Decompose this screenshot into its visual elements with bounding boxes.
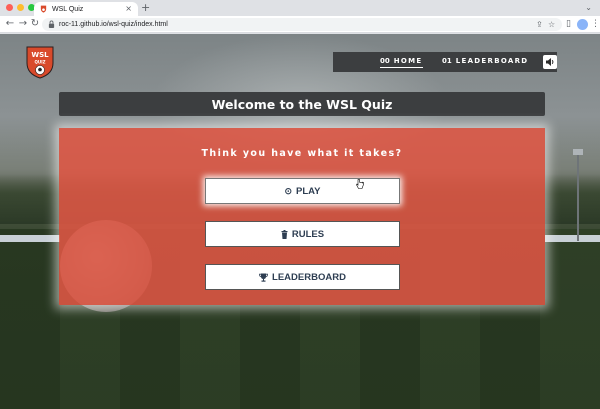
share-icon[interactable]: ⇪ [536,19,543,30]
close-tab-icon[interactable]: × [125,5,132,13]
back-icon[interactable]: ← [4,18,16,30]
nav-item-label: HOME [393,57,423,65]
lock-icon [48,20,55,28]
wsl-favicon-icon [40,5,47,13]
nav-item-home[interactable]: 00 HOME [380,57,423,68]
rules-button-label: RULES [291,228,325,240]
background-floodlight-lamp [573,149,583,155]
nav-item-number: 01 [442,57,452,65]
logo-text-bottom: QUIZ [34,60,45,65]
mouse-pointer-icon [356,179,364,189]
minimize-window-button[interactable] [17,4,24,11]
window-controls [6,4,35,11]
url-text: roc-11.github.io/wsl-quiz/index.html [59,21,168,28]
browser-tab-strip: WSL Quiz × + ⌄ [0,0,600,16]
nav-item-number: 00 [380,57,390,65]
browser-tab[interactable]: WSL Quiz × [34,2,138,16]
forward-icon[interactable]: → [17,18,29,30]
quiz-menu-panel: Think you have what it takes? ⊙ PLAY RUL… [59,128,545,305]
trophy-icon [259,273,268,282]
page-title: Welcome to the WSL Quiz [211,96,393,112]
sound-toggle-button[interactable] [543,55,557,69]
leaderboard-button-label: LEADERBOARD [272,271,346,283]
leaderboard-button[interactable]: LEADERBOARD [205,264,400,290]
nav-item-leaderboard[interactable]: 01 LEADERBOARD [442,57,528,65]
play-button[interactable]: ⊙ PLAY [205,178,400,204]
page-title-bar: Welcome to the WSL Quiz [59,92,545,116]
rules-button[interactable]: RULES [205,221,400,247]
address-bar[interactable]: roc-11.github.io/wsl-quiz/index.html ⇪ ☆ [42,18,562,31]
web-page: WSL QUIZ 00 HOME 01 LEADERBOARD Welcome to… [0,34,600,409]
play-circle-icon: ⊙ [284,185,293,196]
close-window-button[interactable] [6,4,13,11]
browser-toolbar: ← → ↻ roc-11.github.io/wsl-quiz/index.ht… [0,16,600,33]
nav-item-label: LEADERBOARD [455,57,529,65]
top-navigation: 00 HOME 01 LEADERBOARD [333,52,557,72]
logo-text-top: WSL [31,51,49,59]
background-floodlight [577,151,579,241]
tab-title: WSL Quiz [52,5,84,13]
new-tab-button[interactable]: + [141,1,150,15]
tagline: Think you have what it takes? [201,148,403,159]
bookmark-star-icon[interactable]: ☆ [548,19,555,30]
trash-icon [281,229,288,239]
wsl-quiz-logo[interactable]: WSL QUIZ [26,46,54,79]
speaker-icon [546,58,554,66]
browser-menu-icon[interactable]: ⋮ [591,18,600,30]
play-button-label: PLAY [296,185,321,197]
reload-icon[interactable]: ↻ [29,18,41,30]
background-ad-board [545,235,600,242]
background-ad-board [0,235,60,242]
profile-avatar[interactable] [577,19,588,30]
sidebar-icon[interactable]: ▯ [566,18,571,30]
tab-list-chevron-icon[interactable]: ⌄ [585,3,592,12]
